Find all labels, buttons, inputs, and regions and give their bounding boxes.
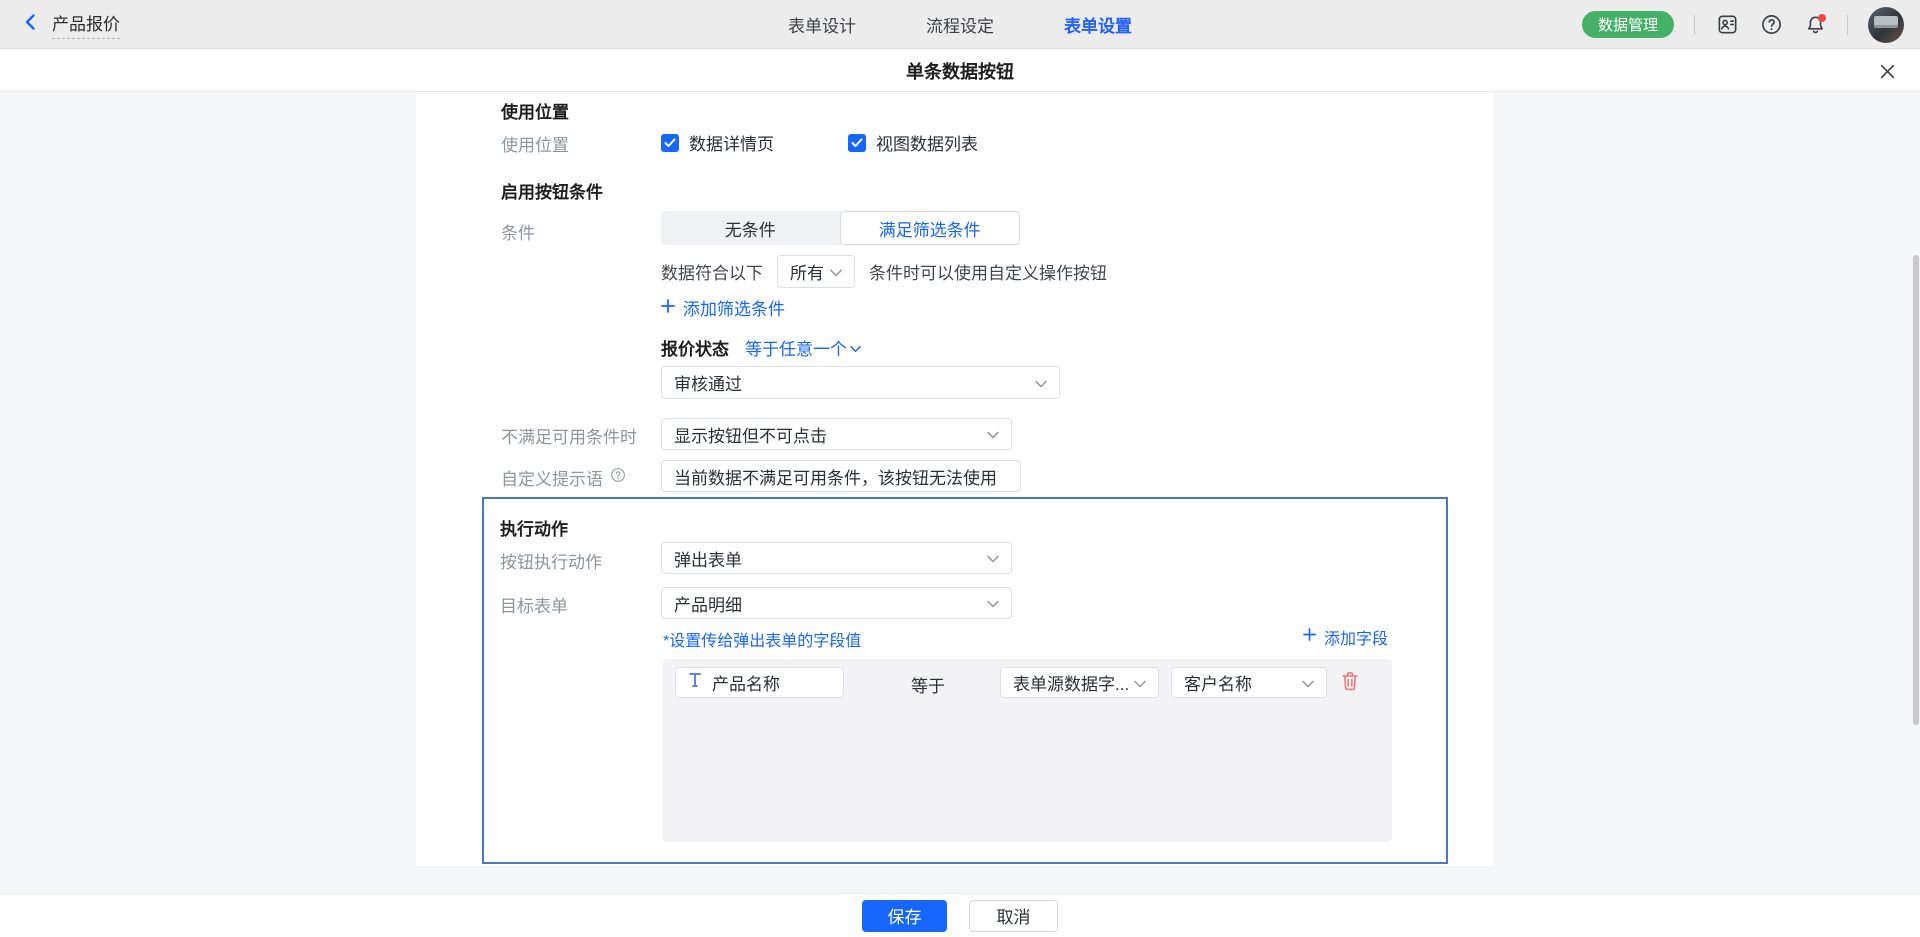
not-met-select[interactable]: 显示按钮但不可点击 xyxy=(661,418,1012,450)
checkbox-data-detail-page[interactable]: 数据详情页 xyxy=(661,130,774,155)
save-button[interactable]: 保存 xyxy=(862,900,947,932)
help-circle-icon[interactable] xyxy=(610,467,626,488)
chevron-down-icon xyxy=(1302,673,1314,693)
dialog-footer: 保存 取消 xyxy=(0,893,1920,937)
chevron-down-icon xyxy=(987,593,999,613)
notification-bell-icon[interactable] xyxy=(1803,13,1827,37)
action-section-header: 执行动作 xyxy=(500,515,568,540)
notification-badge xyxy=(1818,14,1826,22)
data-manage-button[interactable]: 数据管理 xyxy=(1582,11,1674,38)
tab-flow-setting[interactable]: 流程设定 xyxy=(926,12,994,37)
mapping-operator: 等于 xyxy=(911,672,945,697)
condition-row-label: 条件 xyxy=(501,219,535,244)
text-field-icon xyxy=(688,672,702,693)
action-type-label: 按钮执行动作 xyxy=(500,548,602,573)
filter-field-name: 报价状态 xyxy=(661,335,729,360)
condition-segmented-control: 无条件 满足筛选条件 xyxy=(661,211,1020,245)
tip-label-row: 自定义提示语 xyxy=(501,465,626,490)
contacts-icon[interactable] xyxy=(1715,13,1739,37)
scrollbar-thumb[interactable] xyxy=(1913,255,1919,725)
user-avatar[interactable] xyxy=(1868,7,1904,43)
plus-icon xyxy=(661,298,675,318)
cancel-button[interactable]: 取消 xyxy=(969,900,1058,932)
field-mapping-panel: 产品名称 等于 表单源数据字... 客户名称 xyxy=(663,659,1392,842)
match-rule-row: 数据符合以下 所有 条件时可以使用自定义操作按钮 xyxy=(661,255,1107,288)
filter-condition-row: 报价状态 等于任意一个 xyxy=(661,335,861,360)
checkbox-checked-icon xyxy=(661,134,679,152)
match-mode-select[interactable]: 所有 xyxy=(777,255,855,288)
checkbox-checked-icon xyxy=(848,134,866,152)
segment-filter-condition[interactable]: 满足筛选条件 xyxy=(840,211,1021,245)
tip-text-input[interactable]: 当前数据不满足可用条件，该按钮无法使用 xyxy=(661,460,1021,492)
usage-row-label: 使用位置 xyxy=(501,131,569,156)
mapping-source-field-select[interactable]: 客户名称 xyxy=(1171,667,1327,698)
segment-no-condition[interactable]: 无条件 xyxy=(661,211,840,245)
match-suffix-text: 条件时可以使用自定义操作按钮 xyxy=(869,259,1107,284)
usage-section-header: 使用位置 xyxy=(501,98,569,123)
chevron-down-icon xyxy=(987,424,999,444)
filter-operator-select[interactable]: 等于任意一个 xyxy=(745,335,861,360)
navbar-divider xyxy=(1694,15,1695,35)
chevron-down-icon xyxy=(1134,673,1146,693)
target-form-label: 目标表单 xyxy=(500,592,568,617)
navbar-divider xyxy=(1847,15,1848,35)
not-met-label: 不满足可用条件时 xyxy=(501,423,637,448)
chevron-down-icon xyxy=(830,262,842,282)
action-section-box: 执行动作 按钮执行动作 弹出表单 目标表单 产品明细 *设置传给弹出表单的字段值 xyxy=(482,497,1448,864)
settings-panel: 使用位置 使用位置 数据详情页 视图数据列表 启用按钮条件 条件 无条件 满足筛… xyxy=(416,92,1494,866)
mapping-source-type-select[interactable]: 表单源数据字... xyxy=(1000,667,1159,698)
close-icon[interactable] xyxy=(1876,60,1898,82)
plus-icon xyxy=(1303,628,1316,646)
dialog-header: 单条数据按钮 xyxy=(0,49,1920,92)
chevron-down-icon xyxy=(850,338,861,358)
add-filter-condition-link[interactable]: 添加筛选条件 xyxy=(661,295,785,320)
checkbox-view-data-list[interactable]: 视图数据列表 xyxy=(848,130,978,155)
tab-form-settings[interactable]: 表单设置 xyxy=(1064,12,1132,37)
dialog-title: 单条数据按钮 xyxy=(0,49,1920,92)
filter-value-select[interactable]: 审核通过 xyxy=(661,366,1060,399)
tab-form-design[interactable]: 表单设计 xyxy=(788,12,856,37)
add-field-link[interactable]: 添加字段 xyxy=(1303,625,1388,649)
action-type-select[interactable]: 弹出表单 xyxy=(661,542,1012,574)
chevron-down-icon xyxy=(987,548,999,568)
condition-section-header: 启用按钮条件 xyxy=(501,178,603,203)
delete-mapping-icon[interactable] xyxy=(1341,671,1359,696)
mapping-target-field[interactable]: 产品名称 xyxy=(675,667,844,698)
usage-checkbox-group: 数据详情页 视图数据列表 xyxy=(661,130,978,155)
tip-label: 自定义提示语 xyxy=(501,465,603,490)
target-form-select[interactable]: 产品明细 xyxy=(661,587,1012,619)
field-mapping-note: *设置传给弹出表单的字段值 xyxy=(663,627,861,651)
help-icon[interactable] xyxy=(1759,13,1783,37)
chevron-down-icon xyxy=(1035,373,1047,393)
match-prefix-text: 数据符合以下 xyxy=(661,259,763,284)
dialog-body: 使用位置 使用位置 数据详情页 视图数据列表 启用按钮条件 条件 无条件 满足筛… xyxy=(0,92,1920,893)
top-navbar: 产品报价 表单设计 流程设定 表单设置 数据管理 xyxy=(0,0,1920,49)
